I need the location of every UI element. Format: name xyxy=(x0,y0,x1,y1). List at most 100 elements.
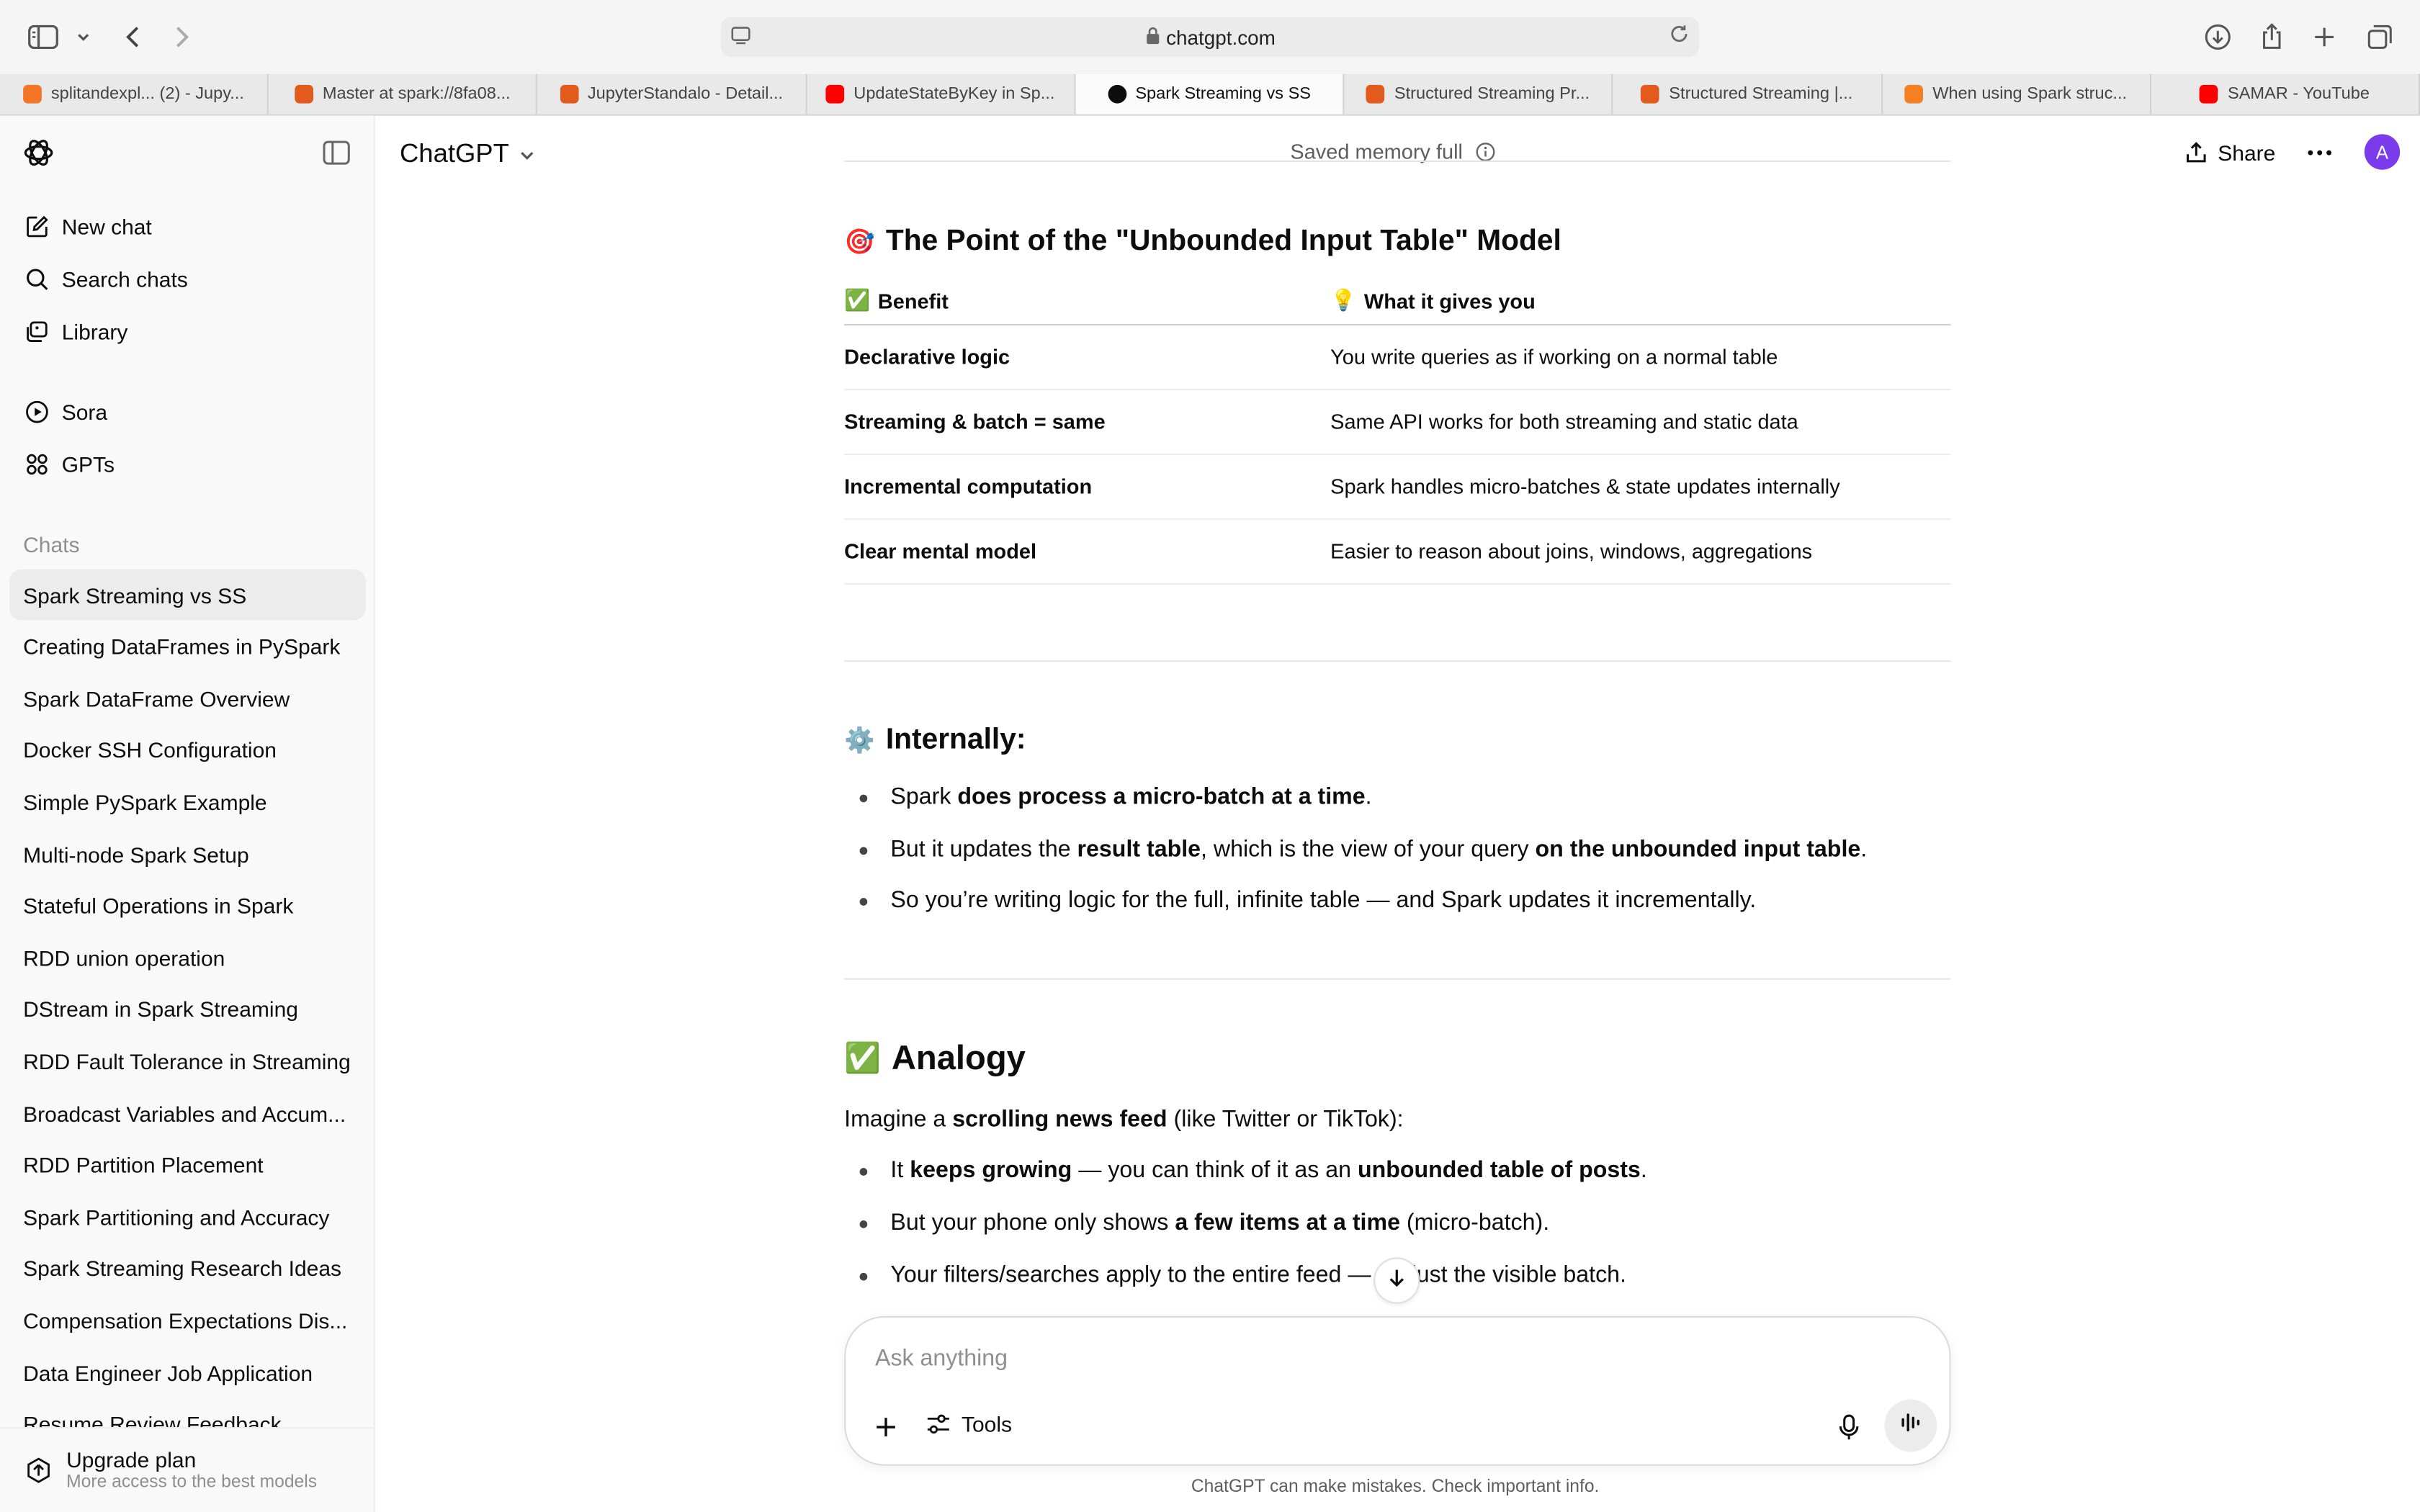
chat-history-item[interactable]: Spark Partitioning and Accuracy xyxy=(9,1192,366,1243)
chat-history-item[interactable]: DStream in Spark Streaming xyxy=(9,984,366,1035)
scroll-to-bottom-button[interactable] xyxy=(1373,1257,1420,1304)
chat-history-item[interactable]: Stateful Operations in Spark xyxy=(9,881,366,932)
favicon-icon xyxy=(2200,84,2219,104)
url-text: chatgpt.com xyxy=(1166,25,1276,49)
header-label: Benefit xyxy=(877,289,949,312)
model-name: ChatGPT xyxy=(400,138,509,168)
chat-history-item[interactable]: Spark Streaming Research Ideas xyxy=(9,1243,366,1295)
reload-icon[interactable] xyxy=(1668,23,1690,49)
tab-label: UpdateStateByKey in Sp... xyxy=(853,84,1055,104)
chat-history-item[interactable]: Docker SSH Configuration xyxy=(9,725,366,776)
openai-logo-icon[interactable] xyxy=(22,136,55,170)
search-chats-button[interactable]: Search chats xyxy=(9,255,366,305)
browser-tab[interactable]: JupyterStandalo - Detail... xyxy=(538,73,807,114)
chats-section-label: Chats xyxy=(23,532,80,557)
library-label: Library xyxy=(61,319,128,344)
bullet-dot xyxy=(859,898,868,906)
sora-button[interactable]: Sora xyxy=(9,387,366,437)
share-button[interactable]: Share xyxy=(2184,136,2275,170)
info-icon xyxy=(1475,142,1495,162)
chat-history-item[interactable]: Creating DataFrames in PySpark xyxy=(9,621,366,672)
chat-history-item[interactable]: Compensation Expectations Dis... xyxy=(9,1295,366,1346)
browser-tab[interactable]: Structured Streaming Pr... xyxy=(1345,73,1613,114)
chat-history-item[interactable]: Spark DataFrame Overview xyxy=(9,673,366,724)
browser-tab[interactable]: SAMAR - YouTube xyxy=(2151,73,2420,114)
prompt-input[interactable]: Ask anything xyxy=(875,1346,1008,1372)
browser-tab[interactable]: Spark Streaming vs SS xyxy=(1075,73,1345,114)
table-cell: You write queries as if working on a nor… xyxy=(1330,346,1778,369)
forward-icon[interactable] xyxy=(163,19,200,55)
bullet-dot xyxy=(859,1220,868,1228)
edit-icon xyxy=(24,215,49,239)
microphone-icon[interactable] xyxy=(1834,1412,1865,1443)
table-cell: Same API works for both streaming and st… xyxy=(1330,410,1798,434)
chat-history-item[interactable]: Broadcast Variables and Accum... xyxy=(9,1088,366,1139)
model-selector[interactable]: ChatGPT xyxy=(400,138,535,171)
tab-label: Structured Streaming Pr... xyxy=(1394,84,1590,104)
tools-button[interactable]: Tools xyxy=(925,1410,1012,1439)
tab-label: When using Spark struc... xyxy=(1932,84,2128,104)
avatar[interactable]: A xyxy=(2364,134,2401,170)
section-heading-point: 🎯 The Point of the "Unbounded Input Tabl… xyxy=(844,225,1561,259)
bullet-dot xyxy=(859,847,868,855)
favicon-icon xyxy=(1366,84,1386,104)
browser-toolbar: chatgpt.com xyxy=(0,0,2420,74)
favicon-icon xyxy=(1107,84,1126,104)
table-cell: Easier to reason about joins, windows, a… xyxy=(1330,540,1813,564)
tab-overview-icon[interactable] xyxy=(2362,19,2398,55)
list-item: Your filters/searches apply to the entir… xyxy=(890,1261,1626,1289)
chat-history-item[interactable]: Multi-node Spark Setup xyxy=(9,829,366,880)
more-options-icon[interactable] xyxy=(2304,138,2335,168)
chat-history-item[interactable]: Spark Streaming vs SS xyxy=(9,569,366,621)
sliders-icon xyxy=(925,1410,953,1439)
sora-label: Sora xyxy=(61,400,108,425)
browser-tab[interactable]: UpdateStateByKey in Sp... xyxy=(807,73,1076,114)
search-chats-label: Search chats xyxy=(61,266,188,292)
paragraph: Imagine a scrolling news feed (like Twit… xyxy=(844,1106,1404,1133)
chevron-down-icon xyxy=(519,140,536,171)
share-icon[interactable] xyxy=(2254,19,2290,55)
chevron-down-icon[interactable] xyxy=(65,19,102,55)
chat-history-item[interactable]: RDD Partition Placement xyxy=(9,1140,366,1191)
back-icon[interactable] xyxy=(115,19,151,55)
browser-tab[interactable]: Master at spark://8fa08... xyxy=(269,73,538,114)
header-label: What it gives you xyxy=(1363,289,1536,312)
sidebar-toggle-icon[interactable] xyxy=(24,19,61,55)
new-chat-button[interactable]: New chat xyxy=(9,202,366,252)
new-tab-icon[interactable] xyxy=(2305,19,2342,55)
upgrade-plan-button[interactable]: Upgrade plan More access to the best mod… xyxy=(0,1427,374,1512)
page-menu-icon[interactable] xyxy=(730,24,752,50)
gpts-button[interactable]: GPTs xyxy=(9,440,366,490)
browser-tab[interactable]: splitandexpl... (2) - Jupy... xyxy=(0,73,269,114)
upgrade-title: Upgrade plan xyxy=(66,1446,197,1472)
favicon-icon xyxy=(295,84,313,104)
list-item: Spark does process a micro-batch at a ti… xyxy=(890,783,1372,810)
address-bar[interactable]: chatgpt.com xyxy=(720,17,1700,58)
list-item: But it updates the result table, which i… xyxy=(890,836,1868,863)
tab-label: splitandexpl... (2) - Jupy... xyxy=(50,84,244,104)
tools-label: Tools xyxy=(962,1411,1013,1436)
check-icon: ✅ xyxy=(844,288,871,312)
grid-icon xyxy=(24,452,49,477)
download-icon[interactable] xyxy=(2200,19,2236,55)
voice-mode-button[interactable] xyxy=(1884,1399,1937,1452)
tab-label: SAMAR - YouTube xyxy=(2227,84,2370,104)
browser-tab[interactable]: When using Spark struc... xyxy=(1882,73,2151,114)
browser-tab[interactable]: Structured Streaming |... xyxy=(1613,73,1883,114)
chat-history-item[interactable]: Simple PySpark Example xyxy=(9,777,366,828)
favicon-icon xyxy=(825,84,845,104)
chat-history-item[interactable]: RDD Fault Tolerance in Streaming xyxy=(9,1036,366,1087)
sidebar: New chat Search chats Library Sora GPTs … xyxy=(0,115,375,1512)
plus-icon[interactable] xyxy=(871,1412,902,1443)
chat-history-item[interactable]: Data Engineer Job Application xyxy=(9,1347,366,1398)
list-item: It keeps growing — you can think of it a… xyxy=(890,1157,1647,1184)
table-row: Clear mental model Easier to reason about… xyxy=(844,520,1951,585)
tab-label: JupyterStandalo - Detail... xyxy=(587,84,784,104)
close-sidebar-icon[interactable] xyxy=(321,138,352,168)
prompt-composer[interactable]: Ask anything Tools xyxy=(844,1315,1951,1466)
chat-history-item[interactable]: RDD union operation xyxy=(9,932,366,984)
lock-icon xyxy=(1144,25,1160,48)
section-title: Analogy xyxy=(891,1038,1026,1077)
table-header: ✅ Benefit 💡 What it gives you xyxy=(844,285,1951,326)
library-button[interactable]: Library xyxy=(9,307,366,356)
